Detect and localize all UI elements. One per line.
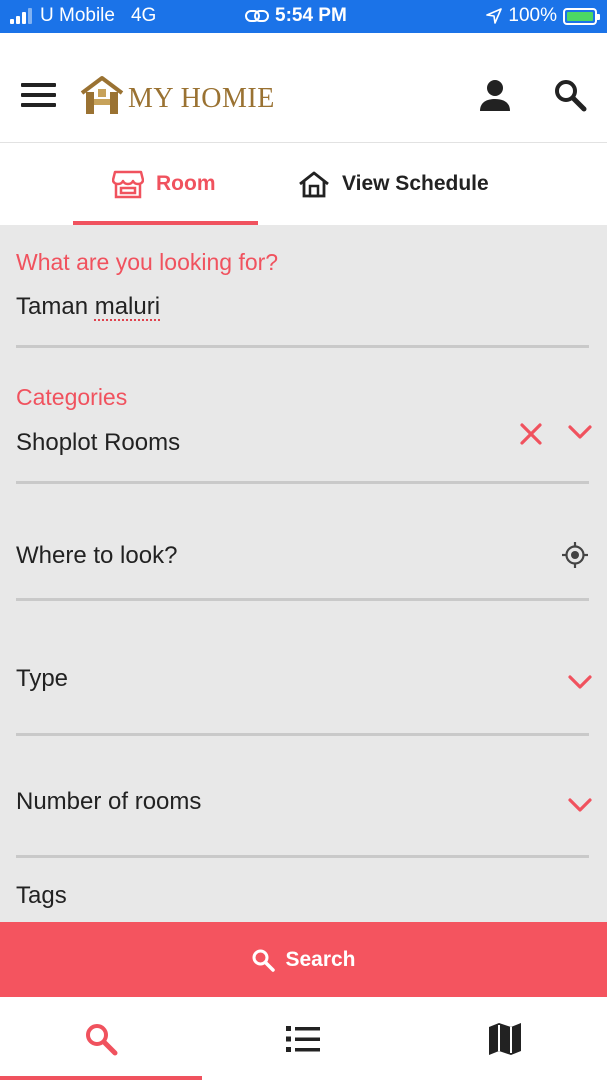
bottom-nav: [0, 997, 607, 1080]
search-button-label: Search: [285, 947, 356, 971]
list-icon: [286, 1025, 320, 1052]
nav-active-indicator: [0, 1076, 202, 1080]
type-underline: [16, 733, 589, 736]
status-time: 5:54 PM: [275, 5, 347, 26]
user-icon[interactable]: [475, 75, 515, 115]
location-input[interactable]: Where to look?: [16, 542, 177, 570]
tab-bar: Room View Schedule: [0, 143, 607, 225]
logo-house-icon: [80, 76, 124, 114]
app-header: MY HOMIE: [0, 33, 607, 143]
store-icon: [112, 170, 144, 199]
type-select[interactable]: Type: [16, 665, 68, 693]
nav-map[interactable]: [404, 997, 606, 1080]
location-field[interactable]: Where to look?: [16, 485, 589, 601]
status-center: 5:54 PM: [245, 5, 347, 27]
categories-underline: [16, 481, 589, 484]
type-field[interactable]: Type: [16, 601, 592, 737]
keyword-input[interactable]: Taman maluri: [16, 293, 160, 321]
search-button[interactable]: Search: [0, 922, 607, 997]
battery-icon: [563, 7, 600, 25]
status-right: 100%: [486, 5, 600, 27]
tags-input[interactable]: Tags: [16, 882, 67, 910]
keyword-word: Taman: [16, 293, 95, 320]
tab-view-schedule[interactable]: View Schedule: [298, 143, 489, 225]
logo-text: MY HOMIE: [128, 83, 275, 114]
carrier-name: U Mobile: [40, 5, 115, 26]
app-logo[interactable]: MY HOMIE: [80, 75, 275, 115]
keyword-field[interactable]: What are you looking for? Taman maluri: [16, 225, 589, 349]
gps-target-icon[interactable]: [560, 540, 590, 570]
tags-field[interactable]: Tags: [16, 859, 589, 922]
map-icon: [489, 1022, 521, 1055]
search-icon: [252, 949, 276, 972]
chevron-down-icon[interactable]: [565, 790, 595, 820]
tab-view-schedule-label: View Schedule: [342, 172, 489, 195]
search-icon[interactable]: [550, 75, 590, 115]
search-form: What are you looking for? Taman maluri C…: [0, 225, 607, 922]
rooms-field[interactable]: Number of rooms: [16, 737, 592, 859]
categories-label: Categories: [16, 384, 128, 410]
nav-list[interactable]: [202, 997, 404, 1080]
chevron-down-icon[interactable]: [565, 667, 595, 697]
categories-field[interactable]: Categories Shoplot Rooms: [16, 349, 592, 485]
rooms-underline: [16, 855, 589, 858]
signal-icon: [10, 8, 32, 24]
battery-percent: 100%: [508, 5, 557, 26]
clear-icon[interactable]: [516, 419, 546, 449]
network-type: 4G: [130, 5, 157, 26]
hamburger-menu-icon[interactable]: [21, 83, 56, 107]
keyword-label: What are you looking for?: [16, 249, 279, 275]
nav-search[interactable]: [0, 997, 202, 1080]
search-icon: [86, 1023, 118, 1055]
status-bar: U Mobile 4G 5:54 PM 100%: [0, 0, 607, 33]
link-icon: [245, 10, 269, 22]
rooms-select[interactable]: Number of rooms: [16, 788, 201, 816]
keyword-underline: [16, 345, 589, 348]
chevron-down-icon[interactable]: [565, 417, 595, 447]
status-left: U Mobile 4G: [10, 5, 156, 27]
categories-value: Shoplot Rooms: [16, 429, 181, 456]
house-icon: [299, 171, 329, 198]
tab-room[interactable]: Room: [112, 143, 216, 225]
tab-room-label: Room: [156, 172, 216, 195]
location-arrow-icon: [486, 8, 503, 24]
keyword-misspelled-word: maluri: [94, 293, 161, 320]
